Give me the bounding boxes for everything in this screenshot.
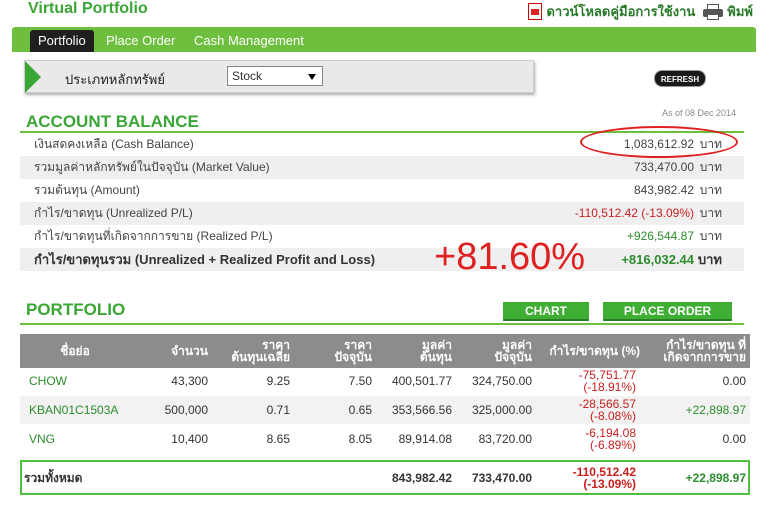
symbol-link[interactable]: VNG: [29, 425, 139, 453]
as-of-date: As of 08 Dec 2014: [661, 108, 736, 118]
download-manual-link[interactable]: ดาวน์โหลดคู่มือการใช้งาน: [528, 1, 695, 22]
col-price: ราคา ปัจจุบัน: [334, 338, 373, 364]
balance-label: รวมมูลค่าหลักทรัพย์ในปัจจุบัน (Market Va…: [34, 160, 270, 174]
realized-cell: 0.00: [722, 374, 746, 388]
total-pl: -110,512.42 (-13.09%): [534, 462, 636, 493]
security-type-label: ประเภทหลักทรัพย์: [65, 72, 165, 87]
avg-cost-cell: 8.65: [266, 432, 290, 446]
balance-row-realized-pl: กำไร/ขาดทุนที่เกิดจากการขาย (Realized P/…: [20, 225, 744, 248]
security-type-select[interactable]: Stock: [227, 66, 323, 86]
balance-row-market-value: รวมมูลค่าหลักทรัพย์ในปัจจุบัน (Market Va…: [20, 156, 744, 179]
cost-value-cell: 89,914.08: [398, 432, 452, 446]
col-market-value: มูลค่า ปัจจุบัน: [494, 338, 533, 364]
top-links: ดาวน์โหลดคู่มือการใช้งาน พิมพ์: [528, 1, 753, 22]
pl-cell: -28,566.57 (-8.08%): [534, 396, 636, 424]
printer-icon: [703, 3, 724, 20]
market-value-cell: 83,720.00: [478, 432, 532, 446]
pl-percent: (-6.89%): [589, 438, 636, 452]
balance-unit: บาท: [699, 229, 722, 243]
arrow-icon: [25, 61, 41, 93]
print-label: พิมพ์: [727, 4, 753, 19]
balance-row-unrealized-pl: กำไร/ขาดทุน (Unrealized P/L) -110,512.42…: [20, 202, 744, 225]
price-cell: 0.65: [348, 403, 372, 417]
balance-unit: บาท: [699, 206, 722, 220]
qty-cell: 500,000: [164, 403, 208, 417]
pl-percent: (-8.08%): [589, 409, 636, 423]
tab-portfolio[interactable]: Portfolio: [30, 30, 94, 52]
col-qty: จำนวน: [171, 344, 208, 358]
security-type-filter-bar: ประเภทหลักทรัพย์ Stock: [24, 60, 534, 93]
balance-label: กำไร/ขาดทุนรวม (Unrealized + Realized Pr…: [34, 252, 376, 267]
qty-cell: 10,400: [171, 432, 208, 446]
chart-button[interactable]: CHART: [503, 302, 589, 321]
market-value-cell: 325,000.00: [471, 403, 532, 417]
avg-cost-cell: 0.71: [266, 403, 290, 417]
balance-row-total-pl: กำไร/ขาดทุนรวม (Unrealized + Realized Pr…: [20, 248, 744, 271]
col-cost-value: มูลค่า ต้นทุน: [419, 338, 452, 364]
qty-cell: 43,300: [171, 374, 208, 388]
tab-place-order[interactable]: Place Order: [98, 30, 183, 52]
col-pl: กำไร/ขาดทุน (%): [549, 344, 640, 358]
cost-value-cell: 353,566.56: [391, 403, 452, 417]
balance-value: +816,032.44: [621, 252, 694, 267]
price-cell: 8.05: [348, 432, 372, 446]
download-manual-label: ดาวน์โหลดคู่มือการใช้งาน: [546, 4, 696, 19]
refresh-button[interactable]: REFRESH: [654, 70, 706, 87]
table-row: VNG 10,400 8.65 8.05 89,914.08 83,720.00…: [20, 425, 750, 453]
balance-unit: บาท: [699, 183, 722, 197]
portfolio-table-header: ชื่อย่อ จำนวน ราคา ต้นทุนเฉลี่ย ราคา ปัจ…: [20, 334, 750, 368]
total-market-value: 733,470.00: [471, 470, 532, 485]
balance-label: กำไร/ขาดทุน (Unrealized P/L): [34, 206, 193, 220]
symbol-link[interactable]: CHOW: [29, 367, 139, 395]
pl-percent: (-18.91%): [583, 380, 636, 394]
total-label: รวมทั้งหมด: [24, 470, 83, 485]
col-realized: กำไร/ขาดทุน ที่ เกิดจากการขาย: [663, 338, 746, 364]
balance-unit: บาท: [697, 252, 722, 267]
col-symbol: ชื่อย่อ: [60, 344, 90, 358]
annotation-percent: +81.60%: [434, 236, 586, 278]
page-title: Virtual Portfolio: [28, 0, 148, 17]
balance-unit: บาท: [699, 160, 722, 174]
table-row: CHOW 43,300 9.25 7.50 400,501.77 324,750…: [20, 367, 750, 395]
balance-label: รวมต้นทุน (Amount): [34, 183, 140, 197]
balance-label: เงินสดคงเหลือ (Cash Balance): [34, 137, 194, 151]
pl-cell: -6,194.08 (-6.89%): [534, 425, 636, 453]
balance-value: 733,470.00: [633, 160, 694, 174]
account-balance-title: ACCOUNT BALANCE: [26, 112, 199, 131]
portfolio-total-row: รวมทั้งหมด 843,982.42 733,470.00 -110,51…: [20, 460, 750, 495]
place-order-button[interactable]: PLACE ORDER: [603, 302, 732, 321]
pdf-icon: [528, 3, 543, 20]
portfolio-title: PORTFOLIO: [26, 300, 126, 319]
balance-value: +926,544.87: [626, 229, 694, 243]
symbol-link[interactable]: KBAN01C1503A: [29, 396, 139, 424]
balance-row-amount: รวมต้นทุน (Amount) 843,982.42 บาท: [20, 179, 744, 202]
highlight-ellipse: [580, 126, 738, 158]
tab-cash-management[interactable]: Cash Management: [186, 30, 312, 52]
caret-down-icon: [308, 74, 316, 80]
tab-bar: Portfolio Place Order Cash Management: [12, 27, 756, 52]
pl-cell: -75,751.77 (-18.91%): [534, 367, 636, 395]
balance-value: 843,982.42: [633, 183, 694, 197]
avg-cost-cell: 9.25: [266, 374, 290, 388]
divider: [20, 323, 744, 325]
market-value-cell: 324,750.00: [471, 374, 532, 388]
total-pl-value: -110,512.42: [572, 464, 636, 479]
cost-value-cell: 400,501.77: [391, 374, 452, 388]
balance-value: -110,512.42 (-13.09%): [574, 206, 694, 220]
realized-cell: +22,898.97: [685, 403, 746, 417]
realized-cell: 0.00: [722, 432, 746, 446]
balance-label: กำไร/ขาดทุนที่เกิดจากการขาย (Realized P/…: [34, 229, 273, 243]
total-realized: +22,898.97: [685, 470, 746, 485]
table-row: KBAN01C1503A 500,000 0.71 0.65 353,566.5…: [20, 396, 750, 424]
price-cell: 7.50: [348, 374, 372, 388]
total-pl-percent: (-13.09%): [583, 476, 636, 491]
print-link[interactable]: พิมพ์: [703, 1, 753, 22]
col-avg-cost: ราคา ต้นทุนเฉลี่ย: [231, 338, 290, 364]
total-cost-value: 843,982.42: [391, 470, 452, 485]
security-type-selected-value: Stock: [232, 69, 263, 83]
